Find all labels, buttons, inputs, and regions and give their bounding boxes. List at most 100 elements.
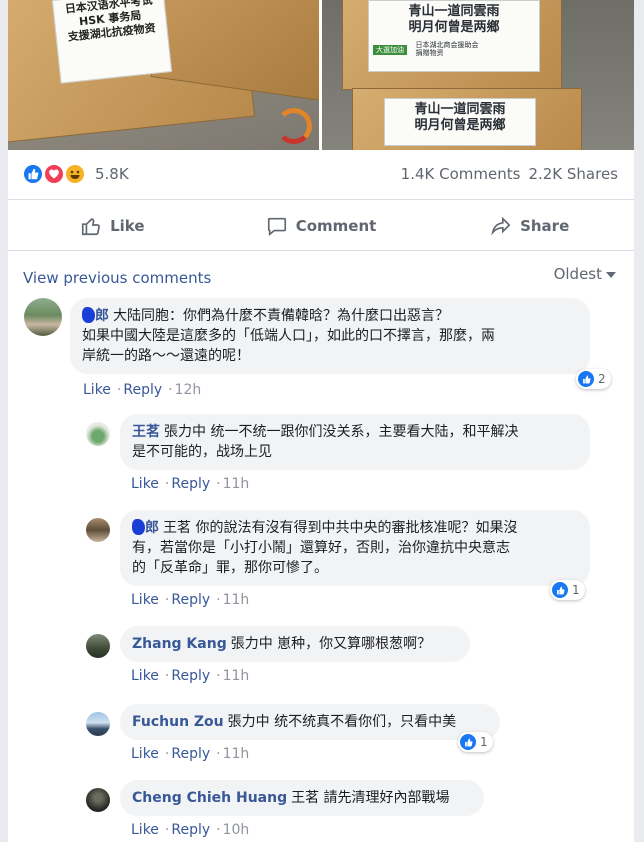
comment-reply: Zhang Kang 張力中 崽种，你又算哪根葱啊？ Like · Reply · 11h [8,626,634,692]
like-button[interactable]: Like [8,201,217,250]
comments-header: View previous comments Oldest [8,262,634,292]
comment-like-link[interactable]: Like [131,746,159,762]
comment-bubble: 郎王茗 你的說法有沒有得到中共中央的審批核准呢？如果沒 有，若當你是「小打小鬧」… [120,510,590,586]
avatar[interactable] [86,712,110,736]
label-line: 青山一道同雲雨 [414,102,506,117]
comment-timestamp[interactable]: 12h [175,382,202,398]
comment-button[interactable]: Comment [217,201,426,250]
comment-reply: Cheng Chieh Huang 王茗 請先清理好內部戰場 Like · Reply… [8,780,634,842]
comment-sort-dropdown[interactable]: Oldest [554,265,616,283]
avatar[interactable] [86,518,110,542]
comment-reply-link[interactable]: Reply [171,668,210,684]
comment-like-link[interactable]: Like [131,476,159,492]
comment-author[interactable]: 郎 [145,520,159,536]
comment-bubble-icon [267,217,286,236]
share-button[interactable]: Share [425,201,634,250]
comment-text-line: 的「反革命」罪，那你可慘了。 [132,560,328,576]
comment-timestamp[interactable]: 11h [223,668,250,684]
redacted-mark [132,519,145,535]
like-reaction-icon[interactable] [22,163,44,185]
comment-text-line: 岸統一的路～～還遠的呢！ [82,348,250,364]
post-action-bar: Like Comment Share [8,201,634,251]
comment-author[interactable]: 郎 [95,308,109,324]
comment-like-link[interactable]: Like [131,822,159,838]
comment-timestamp[interactable]: 10h [223,822,250,838]
comment-actions: Like · Reply · 11h [131,668,250,684]
comment-bubble: Zhang Kang 張力中 崽种，你又算哪根葱啊？ [120,626,470,662]
comment: 郎大陆同胞：你們為什麼不責備韓晗？為什麼口出惡言？ 如果中國大陸是這麼多的「低端… [8,296,634,406]
comment-reply-link[interactable]: Reply [171,822,210,838]
comment-text: 王茗 你的說法有沒有得到中共中央的審批核准呢？如果沒 [163,520,518,536]
view-previous-comments-link[interactable]: View previous comments [23,269,211,287]
comment-reactions-badge[interactable]: 2 [576,369,611,389]
comment-bubble: 郎大陆同胞：你們為什麼不責備韓晗？為什麼口出惡言？ 如果中國大陸是這麼多的「低端… [70,298,590,374]
comment-reply-link[interactable]: Reply [171,592,210,608]
comment-timestamp[interactable]: 11h [223,476,250,492]
comment-author[interactable]: Cheng Chieh Huang [132,790,287,806]
box-label-top: 青山一道同雲雨 明月何曾是两鄉 大選加油 日本湖北商会援助会 捐赠物资 [368,0,540,72]
label-line: 青山一道同雲雨 [408,4,500,19]
comment-reply-link[interactable]: Reply [171,746,210,762]
like-reaction-icon [552,582,568,598]
redacted-mark [82,307,95,323]
comment-reactions-badge[interactable]: 1 [458,732,493,752]
reaction-count: 2 [598,372,606,386]
avatar[interactable] [86,634,110,658]
comments-count[interactable]: 1.4K Comments [401,165,521,183]
reaction-count: 1 [480,735,488,749]
chevron-down-icon [606,271,616,278]
share-arrow-icon [491,216,511,235]
share-button-label: Share [520,216,570,235]
comment-button-label: Comment [295,216,377,235]
comment-text: 張力中 统不统真不看你们，只看中美 [227,714,457,730]
comment-author[interactable]: Fuchun Zou [132,714,224,730]
avatar[interactable] [86,422,110,446]
comment-actions: Like · Reply · 11h [131,476,250,492]
sort-label: Oldest [553,265,602,283]
reactions-count[interactable]: 5.8K [95,165,129,183]
comment-like-link[interactable]: Like [131,592,159,608]
comment-timestamp[interactable]: 11h [223,746,250,762]
love-reaction-icon[interactable] [43,163,65,185]
comment-like-link[interactable]: Like [83,382,111,398]
comment-bubble: Cheng Chieh Huang 王茗 請先清理好內部戰場 [120,780,484,816]
comment-bubble: 王茗 張力中 统一不统一跟你们没关系，主要看大陆，和平解决 是不可能的，战场上见 [120,414,590,470]
comment-author[interactable]: 王茗 [132,424,160,440]
comment-actions: Like · Reply · 11h [131,592,250,608]
box-label: 日本汉语水平考试 HSK 事务局 支援湖北抗疫物资 [51,0,173,84]
comment-like-link[interactable]: Like [131,668,159,684]
like-reaction-icon [460,734,476,750]
avatar[interactable] [24,298,62,336]
comment-reactions-badge[interactable]: 1 [550,580,585,600]
shares-count[interactable]: 2.2K Shares [528,165,618,183]
comment-text: 張力中 统一不统一跟你们没关系，主要看大陆，和平解决 [164,424,519,440]
comment-author[interactable]: Zhang Kang [132,636,227,652]
photo-box-right[interactable]: 青山一道同雲雨 明月何曾是两鄉 大選加油 日本湖北商会援助会 捐赠物资 青山一道… [322,0,634,150]
comment-text: 張力中 崽种，你又算哪根葱啊？ [230,636,432,652]
comment-reply-link[interactable]: Reply [171,476,210,492]
comment-bubble: Fuchun Zou 張力中 统不统真不看你们，只看中美 [120,704,500,740]
box-label-bottom: 青山一道同雲雨 明月何曾是两鄉 [384,98,536,146]
comment-reply: 郎王茗 你的說法有沒有得到中共中央的審批核准呢？如果沒 有，若當你是「小打小鬧」… [8,508,634,614]
label-small: 捐赠物资 [415,49,444,58]
comment-text-line: 是不可能的，战场上见 [132,444,272,460]
comment-actions: Like · Reply · 11h [131,746,250,762]
comment-text-line: 有，若當你是「小打小鬧」還算好，否則，治你違抗中央意志 [132,540,510,556]
comment-text: 王茗 請先清理好內部戰場 [291,790,450,806]
label-line: 明月何曾是两鄉 [414,118,506,134]
comment-reply: 王茗 張力中 统一不统一跟你们没关系，主要看大陆，和平解决 是不可能的，战场上见 … [8,412,634,498]
like-reaction-icon [578,371,594,387]
comment-reply-link[interactable]: Reply [123,382,162,398]
comment-actions: Like · Reply · 10h [131,822,250,838]
thumbs-up-icon [82,217,101,235]
comment-reply: Fuchun Zou 張力中 统不统真不看你们，只看中美 1 Like · Reply… [8,704,634,770]
like-button-label: Like [110,216,145,235]
label-small: 日本湖北商会援助会 [415,40,479,49]
avatar[interactable] [86,788,110,812]
comment-timestamp[interactable]: 11h [223,592,250,608]
watermark-logo-icon [276,108,312,144]
haha-reaction-icon[interactable] [64,163,86,185]
post-stats: 5.8K 1.4K Comments 2.2K Shares [8,150,634,200]
post-photos: 日本汉语水平考试 HSK 事务局 支援湖北抗疫物资 青山一道同雲雨 明月何曾是两… [8,0,634,150]
photo-box-left[interactable]: 日本汉语水平考试 HSK 事务局 支援湖北抗疫物资 [8,0,319,150]
